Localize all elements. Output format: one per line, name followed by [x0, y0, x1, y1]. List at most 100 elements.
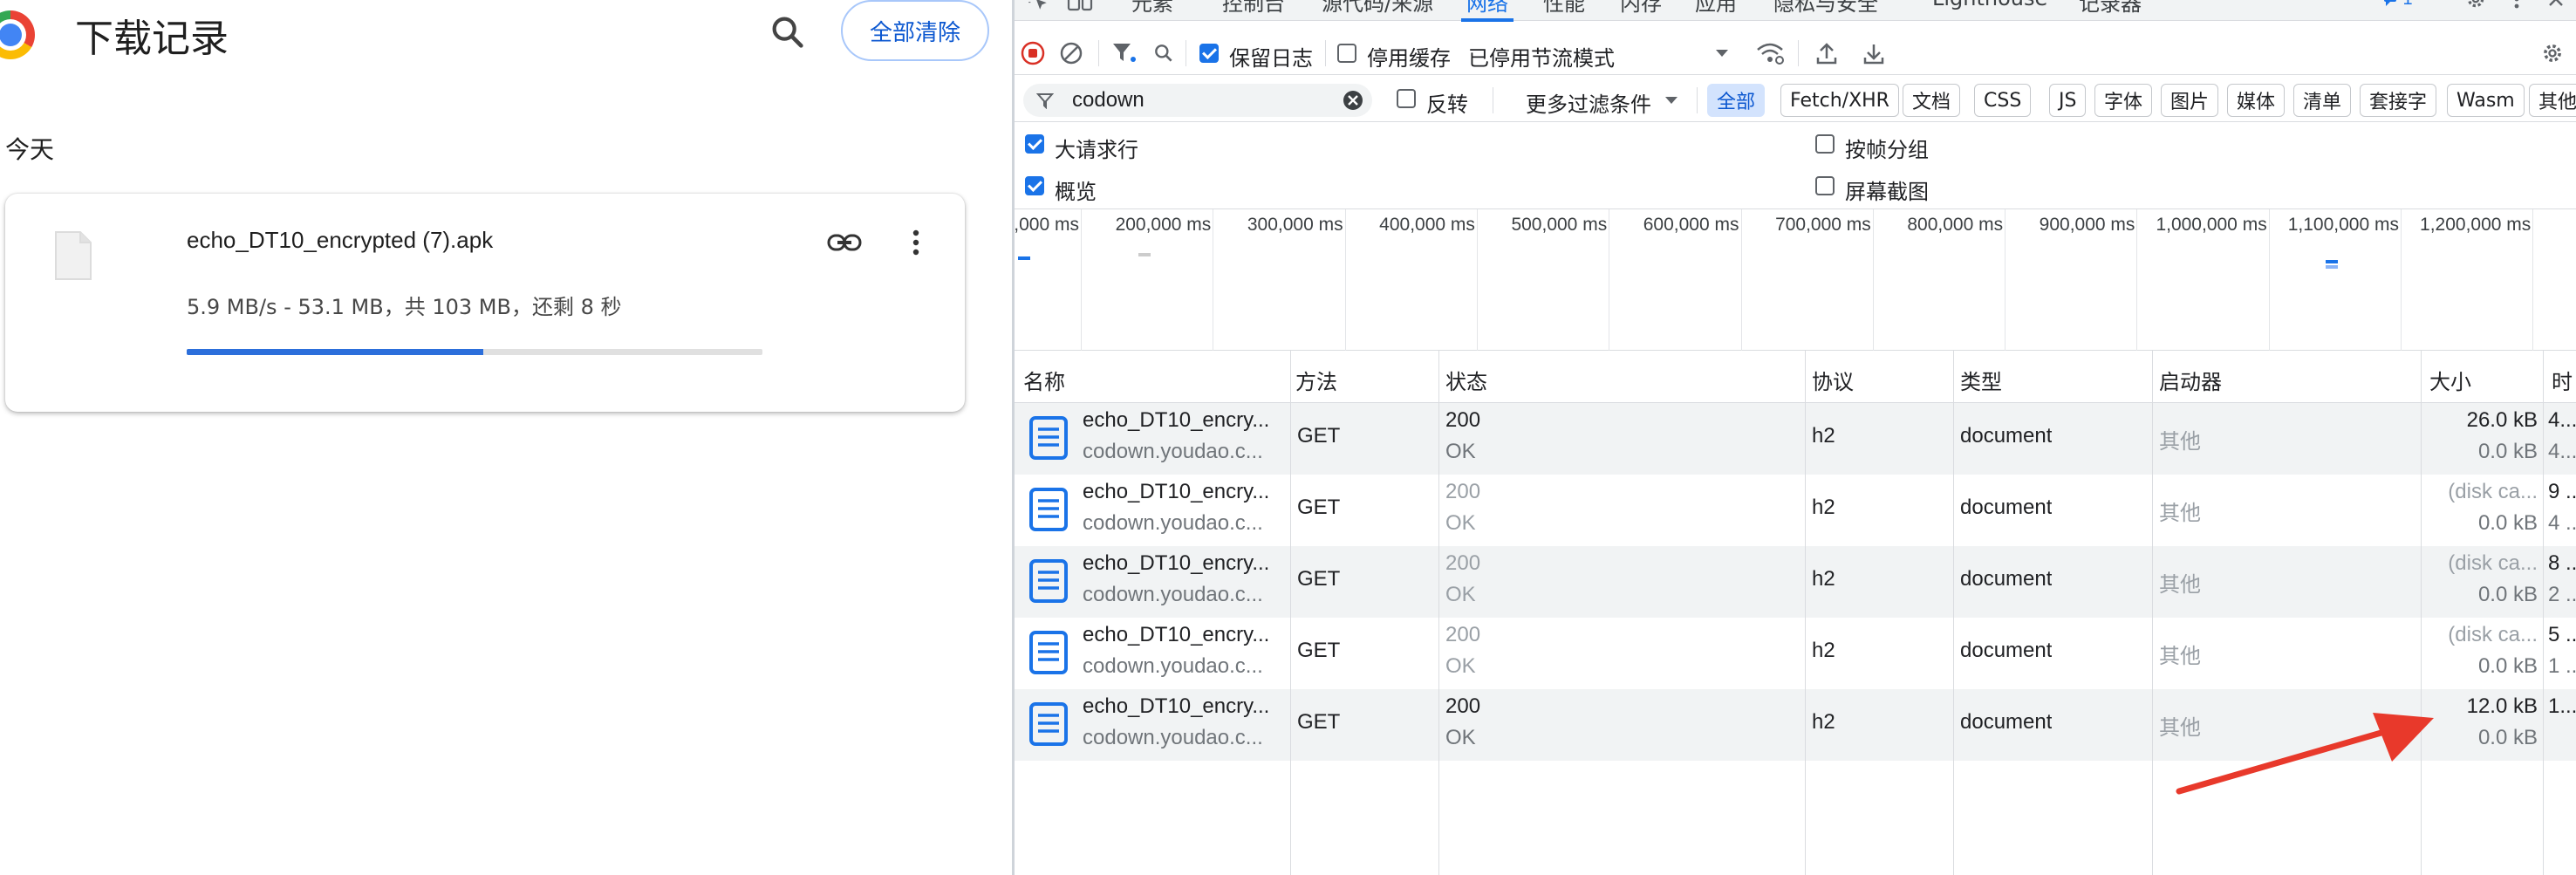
request-protocol: h2: [1812, 496, 1835, 519]
file-icon: [54, 230, 92, 281]
settings-gear-icon[interactable]: [2463, 0, 2489, 12]
more-filters-dropdown[interactable]: 更多过滤条件: [1526, 87, 1651, 118]
filter-chip-fetch-xhr[interactable]: Fetch/XHR: [1780, 84, 1899, 117]
column-divider: [1290, 351, 1291, 875]
timeline-tick-label: 800,000 ms: [1907, 215, 2004, 235]
column-divider: [2543, 351, 2544, 875]
clear-all-button[interactable]: 全部清除: [841, 0, 989, 61]
filter-chip-media[interactable]: 媒体: [2227, 84, 2286, 117]
timeline-gridline: [1740, 209, 1742, 351]
table-row[interactable]: echo_DT10_encry... codown.youdao.c... GET 2…: [1015, 618, 2576, 689]
devtools-menu-icon[interactable]: [2508, 0, 2525, 12]
request-type: document: [1960, 567, 2053, 591]
request-name[interactable]: echo_DT10_encry...: [1083, 551, 1288, 576]
timeline-tick-label: 200,000 ms: [1115, 215, 1212, 235]
clear-log-icon[interactable]: [1058, 40, 1084, 66]
filter-chip-socket[interactable]: 套接字: [2360, 84, 2437, 117]
screenshots-checkbox[interactable]: [1815, 176, 1835, 195]
filter-chip-wasm[interactable]: Wasm: [2447, 84, 2525, 117]
big-request-rows-checkbox[interactable]: [1025, 134, 1044, 154]
network-settings-gear-icon[interactable]: [2538, 40, 2567, 66]
tab-application[interactable]: 应用: [1695, 0, 1737, 17]
filter-input[interactable]: [1072, 87, 1316, 113]
preserve-log-checkbox[interactable]: [1199, 44, 1219, 63]
throttling-select[interactable]: 已停用节流模式: [1468, 41, 1615, 72]
column-header-status[interactable]: 状态: [1445, 365, 1487, 395]
request-resource-size: 0.0 kB: [2477, 726, 2538, 749]
download-status: 5.9 MB/s - 53.1 MB，共 103 MB，还剩 8 秒: [187, 295, 622, 319]
column-header-name[interactable]: 名称: [1023, 365, 1065, 395]
copy-link-icon[interactable]: [820, 218, 869, 267]
request-size: (disk ca...: [2448, 623, 2538, 646]
inspect-element-icon[interactable]: [1025, 0, 1051, 14]
close-devtools-icon[interactable]: [2543, 0, 2569, 12]
request-resource-size: 0.0 kB: [2477, 440, 2538, 463]
column-header-time[interactable]: 时: [2552, 365, 2573, 395]
chrome-logo-icon: [0, 10, 35, 59]
group-by-frame-checkbox[interactable]: [1815, 134, 1835, 154]
tab-lighthouse[interactable]: Lighthouse: [1932, 0, 2047, 10]
table-row[interactable]: echo_DT10_encry... codown.youdao.c... GET 2…: [1015, 546, 2576, 618]
column-header-size[interactable]: 大小: [2429, 365, 2471, 395]
table-row[interactable]: echo_DT10_encry... codown.youdao.c... GET 2…: [1015, 475, 2576, 546]
filter-toggle-icon[interactable]: [1110, 40, 1138, 66]
request-name[interactable]: echo_DT10_encry...: [1083, 408, 1288, 433]
filter-chip-font[interactable]: 字体: [2094, 84, 2153, 117]
search-icon[interactable]: [768, 12, 808, 52]
filter-chip-doc[interactable]: 文档: [1903, 84, 1961, 117]
request-initiator: 其他: [2159, 573, 2201, 597]
tab-privacy-security[interactable]: 隐私与安全: [1773, 0, 1878, 17]
request-status-code: 200: [1445, 408, 1481, 432]
tab-recorder[interactable]: 记录器: [2079, 0, 2142, 17]
filter-chip-js[interactable]: JS: [2049, 84, 2087, 117]
request-name[interactable]: echo_DT10_encry...: [1083, 694, 1288, 719]
filter-chip-manifest[interactable]: 清单: [2293, 84, 2352, 117]
date-group-label: 今天: [5, 135, 55, 164]
request-size: (disk ca...: [2448, 480, 2538, 503]
more-options-icon[interactable]: [899, 218, 933, 267]
tab-memory[interactable]: 内存: [1620, 0, 1662, 17]
chevron-down-icon[interactable]: [1662, 89, 1681, 112]
filter-chip-all[interactable]: 全部: [1707, 84, 1766, 117]
search-icon[interactable]: [1151, 40, 1177, 66]
device-toolbar-icon[interactable]: [1065, 0, 1095, 14]
export-har-icon[interactable]: [1861, 40, 1887, 66]
column-header-type[interactable]: 类型: [1960, 365, 2002, 395]
column-header-method[interactable]: 方法: [1295, 365, 1337, 395]
filter-chip-css[interactable]: CSS: [1974, 84, 2032, 117]
column-header-protocol[interactable]: 协议: [1812, 365, 1854, 395]
tab-network[interactable]: 网络: [1461, 0, 1513, 22]
tab-sources[interactable]: 源代码/来源: [1322, 0, 1433, 17]
network-overview-timeline[interactable]: 100,000 ms 200,000 ms 300,000 ms 400,000 ms…: [1015, 209, 2576, 351]
request-time: 1...: [2548, 694, 2576, 718]
request-status-text: OK: [1445, 726, 1476, 749]
tab-console[interactable]: 控制台: [1222, 0, 1285, 17]
chevron-down-icon[interactable]: [1712, 42, 1732, 65]
column-header-initiator[interactable]: 启动器: [2159, 365, 2222, 395]
request-name[interactable]: echo_DT10_encry...: [1083, 480, 1288, 504]
issues-badge[interactable]: 1: [2382, 0, 2414, 12]
stop-recording-icon[interactable]: [1020, 40, 1046, 66]
request-status-code: 200: [1445, 480, 1481, 503]
timeline-gridline: [2532, 209, 2534, 351]
request-size: (disk ca...: [2448, 551, 2538, 575]
file-name[interactable]: echo_DT10_encrypted (7).apk: [187, 227, 493, 254]
filter-chip-other[interactable]: 其他: [2529, 84, 2576, 117]
invert-checkbox[interactable]: [1397, 89, 1416, 108]
request-domain: codown.youdao.c...: [1083, 726, 1263, 749]
big-request-rows-label: 大请求行: [1055, 138, 1138, 162]
overview-checkbox[interactable]: [1025, 176, 1044, 195]
tab-performance[interactable]: 性能: [1543, 0, 1585, 17]
disable-cache-checkbox[interactable]: [1337, 44, 1356, 63]
tab-elements[interactable]: 元素: [1131, 0, 1173, 17]
request-name[interactable]: echo_DT10_encry...: [1083, 623, 1288, 647]
clear-filter-icon[interactable]: [1343, 90, 1363, 111]
import-har-icon[interactable]: [1814, 40, 1840, 66]
request-size: 26.0 kB: [2466, 408, 2538, 432]
table-row[interactable]: echo_DT10_encry... codown.youdao.c... GET 2…: [1015, 403, 2576, 475]
network-options: 大请求行 概览 按帧分组 屏幕截图: [1015, 122, 2576, 209]
request-initiator: 其他: [2159, 502, 2201, 525]
request-status-text: OK: [1445, 583, 1476, 606]
filter-chip-img[interactable]: 图片: [2161, 84, 2219, 117]
network-conditions-icon[interactable]: [1754, 40, 1786, 66]
